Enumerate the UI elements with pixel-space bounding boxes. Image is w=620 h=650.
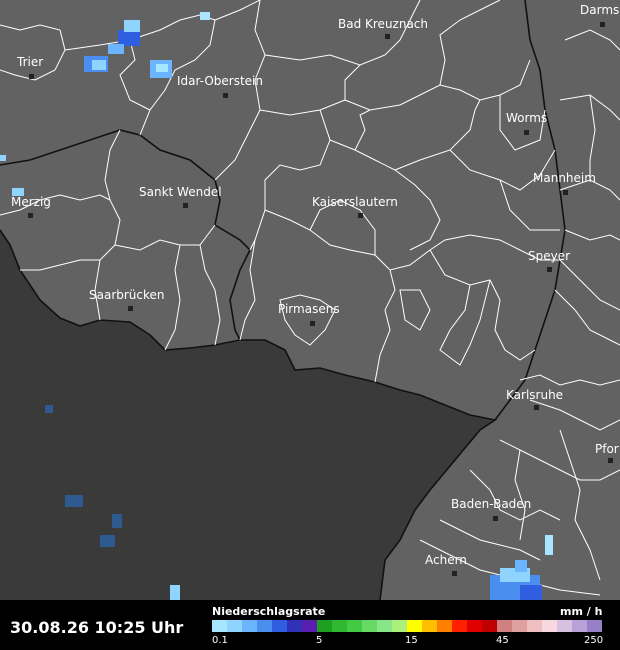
color-swatch-22	[542, 620, 557, 632]
svg-text:Trier: Trier	[16, 55, 43, 69]
svg-text:Pirmasens: Pirmasens	[278, 302, 340, 316]
svg-text:Kaiserslautern: Kaiserslautern	[312, 195, 398, 209]
legend-title: Niederschlagsrate	[212, 605, 326, 618]
color-swatch-16	[452, 620, 467, 632]
color-swatch-25	[587, 620, 602, 632]
legend-tick-4: 250	[584, 635, 604, 646]
svg-text:Mannheim: Mannheim	[533, 171, 596, 185]
color-swatch-2	[242, 620, 257, 632]
svg-text:Bad Kreuznach: Bad Kreuznach	[338, 17, 428, 31]
svg-text:Idar-Oberstein: Idar-Oberstein	[177, 74, 263, 88]
color-swatch-24	[572, 620, 587, 632]
svg-text:Achern: Achern	[425, 553, 467, 567]
color-swatch-8	[332, 620, 347, 632]
legend-tick-0: 0.1	[212, 635, 228, 646]
color-swatch-14	[422, 620, 437, 632]
color-swatch-3	[257, 620, 272, 632]
radar-map[interactable]: Bad Kreuznach Darms Trier Idar-Oberstein…	[0, 0, 620, 650]
color-swatch-6	[302, 620, 317, 632]
color-swatch-1	[227, 620, 242, 632]
legend-tick-1: 5	[316, 635, 323, 646]
color-swatch-9	[347, 620, 362, 632]
svg-text:Pfor: Pfor	[595, 442, 619, 456]
color-swatch-12	[392, 620, 407, 632]
color-swatch-23	[557, 620, 572, 632]
color-swatch-20	[512, 620, 527, 632]
color-swatch-15	[437, 620, 452, 632]
color-swatch-5	[287, 620, 302, 632]
legend-unit: mm / h	[560, 605, 603, 618]
legend-tick-2: 15	[405, 635, 418, 646]
color-swatch-18	[482, 620, 497, 632]
color-scale	[212, 620, 602, 632]
timestamp: 30.08.26 10:25 Uhr	[10, 618, 184, 637]
svg-text:Merzig: Merzig	[11, 195, 51, 209]
svg-text:Sankt Wendel: Sankt Wendel	[139, 185, 222, 199]
svg-text:Baden-Baden: Baden-Baden	[451, 497, 531, 511]
svg-text:Speyer: Speyer	[528, 249, 570, 263]
svg-text:Darms: Darms	[580, 3, 619, 17]
color-swatch-11	[377, 620, 392, 632]
color-swatch-17	[467, 620, 482, 632]
svg-text:Karlsruhe: Karlsruhe	[506, 388, 563, 402]
legend-bar-panel: 30.08.26 10:25 Uhr Niederschlagsrate mm …	[0, 600, 620, 650]
color-swatch-7	[317, 620, 332, 632]
color-swatch-19	[497, 620, 512, 632]
color-swatch-4	[272, 620, 287, 632]
legend-tick-3: 45	[496, 635, 509, 646]
svg-text:Worms: Worms	[506, 111, 547, 125]
svg-text:Saarbrücken: Saarbrücken	[89, 288, 165, 302]
color-swatch-21	[527, 620, 542, 632]
color-swatch-13	[407, 620, 422, 632]
color-swatch-0	[212, 620, 227, 632]
color-swatch-10	[362, 620, 377, 632]
